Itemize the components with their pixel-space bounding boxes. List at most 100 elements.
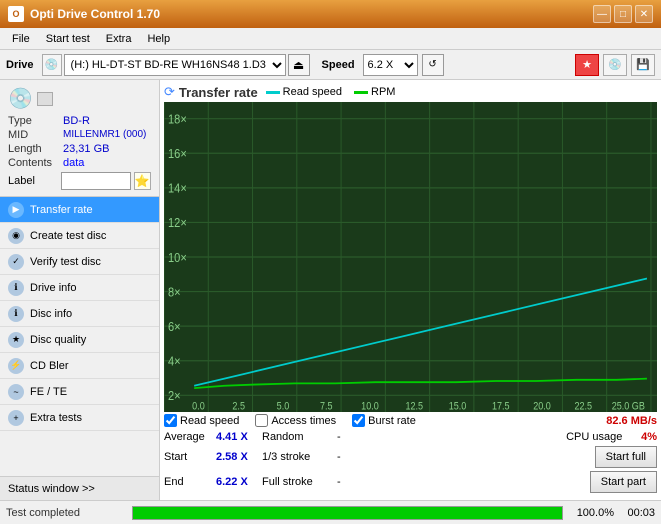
nav-cd-bler[interactable]: ⚡ CD Bler xyxy=(0,353,159,379)
disc-action-icon[interactable] xyxy=(37,92,53,106)
nav-disc-info[interactable]: ℹ Disc info xyxy=(0,301,159,327)
svg-text:10×: 10× xyxy=(168,250,187,265)
svg-text:20.0: 20.0 xyxy=(533,401,551,412)
main-area: 💿 Type BD-R MID MILLENMR1 (000) Length 2… xyxy=(0,80,661,500)
speed-label: Speed xyxy=(322,59,355,71)
mid-value: MILLENMR1 (000) xyxy=(63,129,146,141)
svg-text:4×: 4× xyxy=(168,354,181,369)
fe-te-icon: ~ xyxy=(8,384,24,400)
nav-create-test-disc-label: Create test disc xyxy=(30,230,106,242)
cb-burst-rate-input[interactable] xyxy=(352,414,365,427)
end-right-value: - xyxy=(337,476,367,488)
cb-burst-rate[interactable]: Burst rate xyxy=(352,414,416,427)
refresh-button[interactable]: ↺ xyxy=(422,54,444,76)
type-label: Type xyxy=(8,115,63,127)
contents-value[interactable]: data xyxy=(63,157,84,169)
drive-icon: 💿 xyxy=(42,54,62,76)
chart-title: Transfer rate xyxy=(179,85,258,100)
chart-header: ⟳ Transfer rate Read speed RPM xyxy=(164,84,657,100)
avg-right-label: Random xyxy=(262,431,337,443)
contents-label: Contents xyxy=(8,157,63,169)
stats-row-start: Start 2.58 X 1/3 stroke - Start full xyxy=(164,446,657,468)
status-text: Test completed xyxy=(6,507,126,519)
elapsed-time: 00:03 xyxy=(620,507,655,519)
verify-test-disc-icon: ✓ xyxy=(8,254,24,270)
nav-transfer-rate[interactable]: ▶ Transfer rate xyxy=(0,197,159,223)
stats-row-end: End 6.22 X Full stroke - Start part xyxy=(164,471,657,493)
nav-disc-info-label: Disc info xyxy=(30,308,72,320)
end-value: 6.22 X xyxy=(216,476,262,488)
eject-button[interactable]: ⏏ xyxy=(288,54,310,76)
progress-bar xyxy=(132,506,563,520)
disc-icon-btn[interactable]: 💿 xyxy=(603,54,627,76)
chart-footer: Read speed Access times Burst rate 82.6 … xyxy=(164,414,657,496)
settings-icon[interactable]: ★ xyxy=(575,54,599,76)
label-input[interactable] xyxy=(61,172,131,190)
svg-text:8×: 8× xyxy=(168,284,181,299)
svg-text:25.0 GB: 25.0 GB xyxy=(612,401,646,412)
progress-percent: 100.0% xyxy=(569,507,614,519)
svg-text:2×: 2× xyxy=(168,388,181,403)
avg-right-value: - xyxy=(337,431,367,443)
nav-drive-info[interactable]: ℹ Drive info xyxy=(0,275,159,301)
sidebar: 💿 Type BD-R MID MILLENMR1 (000) Length 2… xyxy=(0,80,160,500)
disc-info-icon: ℹ xyxy=(8,306,24,322)
progress-fill xyxy=(133,507,562,519)
legend-rpm: RPM xyxy=(354,86,395,98)
speed-select[interactable]: 6.2 X xyxy=(363,54,418,76)
start-part-button[interactable]: Start part xyxy=(590,471,657,493)
drive-info-icon: ℹ xyxy=(8,280,24,296)
svg-text:17.5: 17.5 xyxy=(492,401,510,412)
minimize-button[interactable]: — xyxy=(593,5,611,23)
nav-disc-quality-label: Disc quality xyxy=(30,334,86,346)
cpu-value: 4% xyxy=(641,431,657,443)
start-right-value: - xyxy=(337,451,367,463)
chart-container: 18× 16× 14× 12× 10× 8× 6× 4× 2× 0.0 2.5 … xyxy=(164,102,657,412)
nav-verify-test-disc[interactable]: ✓ Verify test disc xyxy=(0,249,159,275)
cb-access-times-input[interactable] xyxy=(255,414,268,427)
label-label: Label xyxy=(8,175,61,187)
svg-text:12×: 12× xyxy=(168,215,187,230)
nav-disc-quality[interactable]: ★ Disc quality xyxy=(0,327,159,353)
sidebar-nav: ▶ Transfer rate ◉ Create test disc ✓ Ver… xyxy=(0,197,159,476)
close-button[interactable]: ✕ xyxy=(635,5,653,23)
nav-transfer-rate-label: Transfer rate xyxy=(30,204,93,216)
stats-section: Average 4.41 X Random - CPU usage 4% Sta… xyxy=(164,431,657,493)
svg-text:16×: 16× xyxy=(168,146,187,161)
drive-label: Drive xyxy=(6,59,34,71)
nav-extra-tests[interactable]: + Extra tests xyxy=(0,405,159,431)
legend-read-speed: Read speed xyxy=(266,86,342,98)
menu-help[interactable]: Help xyxy=(139,31,178,47)
maximize-button[interactable]: □ xyxy=(614,5,632,23)
nav-create-test-disc[interactable]: ◉ Create test disc xyxy=(0,223,159,249)
cb-access-times[interactable]: Access times xyxy=(255,414,336,427)
cpu-label: CPU usage xyxy=(566,431,641,443)
save-button[interactable]: 💾 xyxy=(631,54,655,76)
end-label: End xyxy=(164,476,216,488)
title-bar: O Opti Drive Control 1.70 — □ ✕ xyxy=(0,0,661,28)
stats-row-average: Average 4.41 X Random - CPU usage 4% xyxy=(164,431,657,443)
drive-select[interactable]: (H:) HL-DT-ST BD-RE WH16NS48 1.D3 xyxy=(64,54,286,76)
start-full-button[interactable]: Start full xyxy=(595,446,657,468)
nav-fe-te[interactable]: ~ FE / TE xyxy=(0,379,159,405)
nav-verify-test-disc-label: Verify test disc xyxy=(30,256,101,268)
chart-title-icon: ⟳ xyxy=(164,84,175,100)
svg-text:0.0: 0.0 xyxy=(192,401,205,412)
cb-read-speed-input[interactable] xyxy=(164,414,177,427)
type-value: BD-R xyxy=(63,115,90,127)
chart-legend: Read speed RPM xyxy=(266,86,396,98)
menu-start-test[interactable]: Start test xyxy=(38,31,98,47)
checkboxes-row: Read speed Access times Burst rate 82.6 … xyxy=(164,414,657,427)
svg-text:18×: 18× xyxy=(168,112,187,127)
extra-tests-icon: + xyxy=(8,410,24,426)
menu-file[interactable]: File xyxy=(4,31,38,47)
svg-text:5.0: 5.0 xyxy=(277,401,290,412)
status-window-button[interactable]: Status window >> xyxy=(0,476,159,500)
menu-extra[interactable]: Extra xyxy=(98,31,140,47)
start-label: Start xyxy=(164,451,216,463)
nav-drive-info-label: Drive info xyxy=(30,282,76,294)
label-save-button[interactable]: ⭐ xyxy=(134,172,151,190)
cb-read-speed[interactable]: Read speed xyxy=(164,414,239,427)
nav-extra-tests-label: Extra tests xyxy=(30,412,82,424)
start-value: 2.58 X xyxy=(216,451,262,463)
